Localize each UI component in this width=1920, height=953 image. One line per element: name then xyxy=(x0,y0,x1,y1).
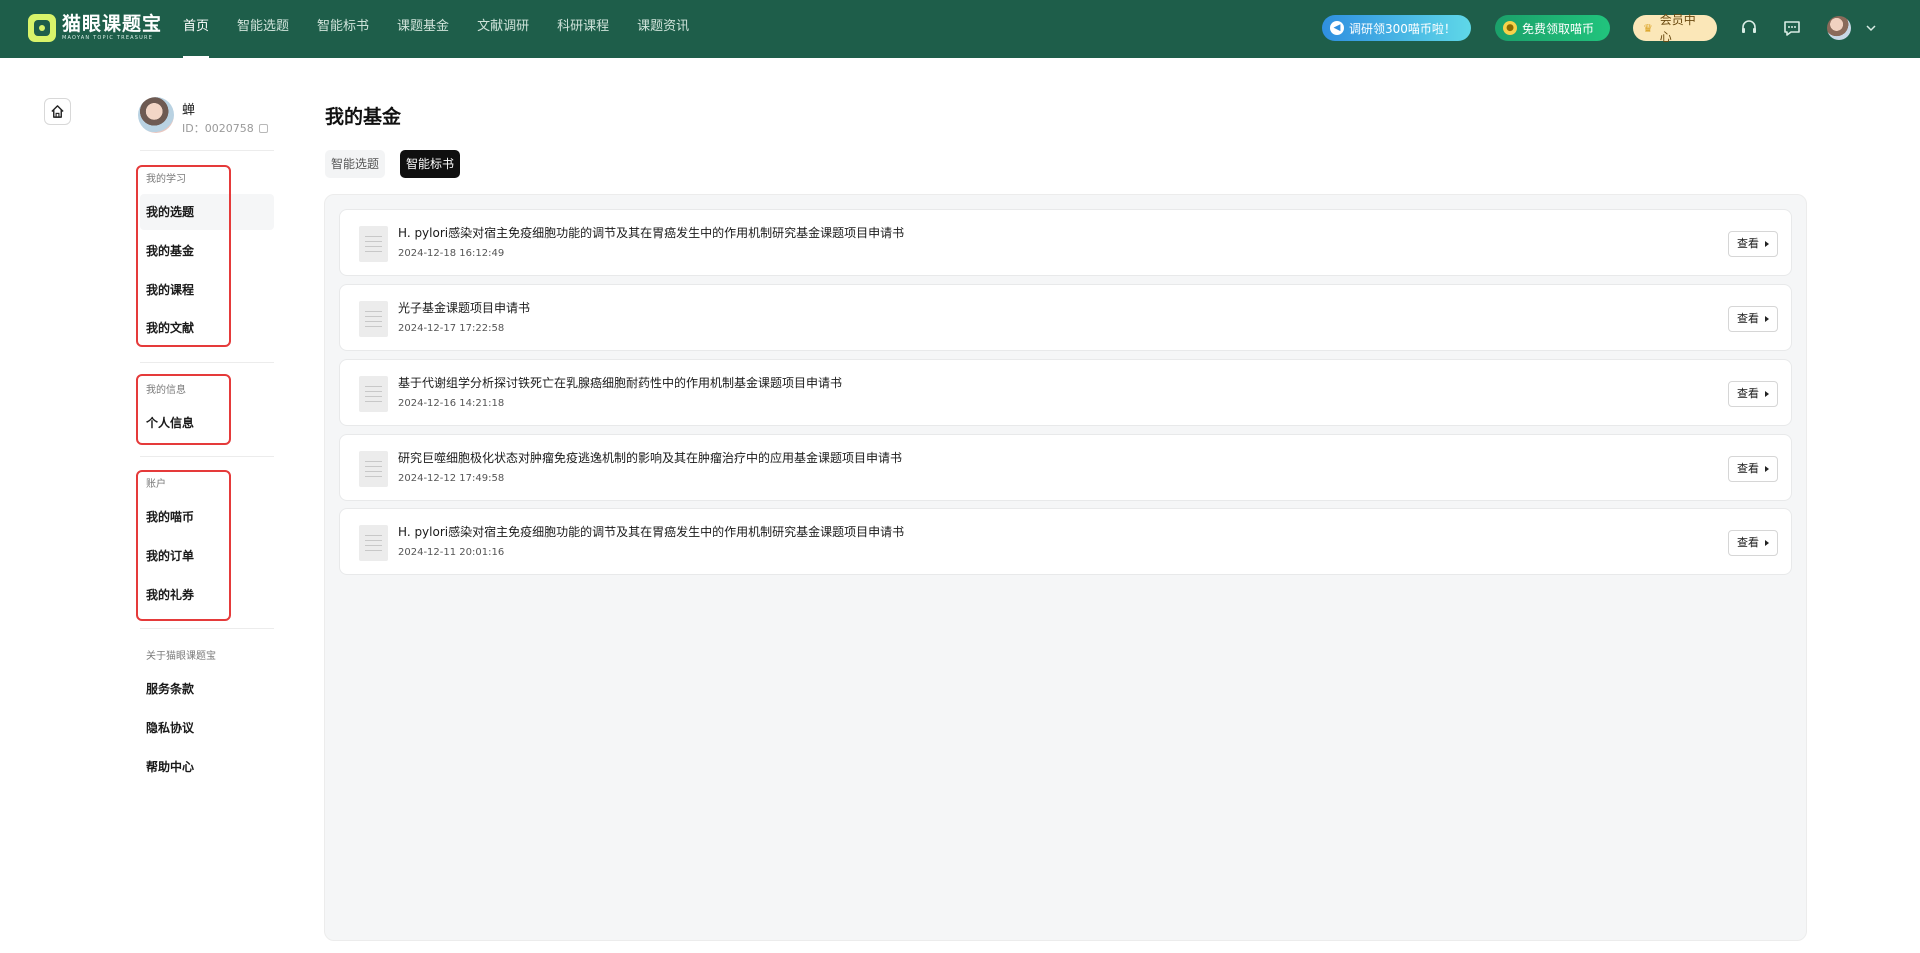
nav-smart-proposal[interactable]: 智能标书 xyxy=(317,0,369,58)
tab-smart-topic[interactable]: 智能选题 xyxy=(325,150,386,178)
tab-bar: 智能选题 智能标书 xyxy=(325,150,475,178)
main-nav: 首页 智能选题 智能标书 课题基金 文献调研 科研课程 课题资讯 xyxy=(183,0,717,58)
divider xyxy=(140,628,274,629)
document-icon xyxy=(359,226,388,262)
view-button[interactable]: 查看 xyxy=(1728,306,1778,332)
member-center-label: 会员中心 xyxy=(1659,13,1696,44)
crown-icon: ♛ xyxy=(1642,21,1653,35)
view-button[interactable]: 查看 xyxy=(1728,231,1778,257)
brand-tagline: MAOYAN TOPIC TREASURE xyxy=(62,35,154,41)
highlight-box xyxy=(136,165,231,347)
sidebar-item-privacy[interactable]: 隐私协议 xyxy=(140,710,274,746)
home-button[interactable] xyxy=(44,98,71,125)
user-avatar[interactable] xyxy=(1827,16,1851,40)
nav-topic-fund[interactable]: 课题基金 xyxy=(397,0,449,58)
nav-home[interactable]: 首页 xyxy=(183,0,210,58)
highlight-box xyxy=(136,470,231,621)
record-date: 2024-12-12 17:49:58 xyxy=(398,473,505,484)
home-icon xyxy=(51,105,64,118)
free-coins-label: 免费领取喵币 xyxy=(1522,21,1595,36)
page-title: 我的基金 xyxy=(325,106,402,128)
profile-id: ID：0020758 xyxy=(182,120,268,136)
customer-service-icon[interactable] xyxy=(1738,17,1760,39)
list-item[interactable]: 光子基金课题项目申请书 2024-12-17 17:22:58 查看 xyxy=(339,284,1792,351)
list-item[interactable]: 研究巨噬细胞极化状态对肿瘤免疫逃逸机制的影响及其在肿瘤治疗中的应用基金课题项目申… xyxy=(339,434,1792,501)
group-label-about: 关于猫眼课题宝 xyxy=(146,651,216,662)
caret-right-icon xyxy=(1765,466,1769,472)
sidebar-item-help[interactable]: 帮助中心 xyxy=(140,749,274,785)
survey-promo-label: 调研领300喵币啦！ xyxy=(1349,21,1456,36)
brand-logo[interactable]: 猫眼课题宝 MAOYAN TOPIC TREASURE xyxy=(28,13,162,43)
caret-right-icon xyxy=(1765,540,1769,546)
member-center-button[interactable]: ♛ 会员中心 xyxy=(1633,13,1717,44)
list-item[interactable]: H. pylori感染对宿主免疫细胞功能的调节及其在胃癌发生中的作用机制研究基金… xyxy=(339,209,1792,276)
caret-right-icon xyxy=(1765,391,1769,397)
nav-smart-topic[interactable]: 智能选题 xyxy=(237,0,289,58)
record-date: 2024-12-11 20:01:16 xyxy=(398,547,505,558)
record-title: H. pylori感染对宿主免疫细胞功能的调节及其在胃癌发生中的作用机制研究基金… xyxy=(398,525,905,539)
nav-topic-news[interactable]: 课题资讯 xyxy=(637,0,689,58)
highlight-box xyxy=(136,374,231,445)
brand-name: 猫眼课题宝 xyxy=(62,13,163,35)
nav-literature-research[interactable]: 文献调研 xyxy=(477,0,529,58)
nav-research-course[interactable]: 科研课程 xyxy=(557,0,609,58)
message-icon[interactable] xyxy=(1781,17,1803,39)
cat-logo-icon xyxy=(28,14,56,42)
free-coins-button[interactable]: ● 免费领取喵币 xyxy=(1495,15,1610,41)
record-date: 2024-12-17 17:22:58 xyxy=(398,323,505,334)
survey-promo-button[interactable]: ◀ 调研领300喵币啦！ xyxy=(1322,15,1471,41)
view-button[interactable]: 查看 xyxy=(1728,456,1778,482)
document-icon xyxy=(359,301,388,337)
caret-right-icon xyxy=(1765,316,1769,322)
view-button[interactable]: 查看 xyxy=(1728,530,1778,556)
record-date: 2024-12-16 14:21:18 xyxy=(398,398,505,409)
record-title: 研究巨噬细胞极化状态对肿瘤免疫逃逸机制的影响及其在肿瘤治疗中的应用基金课题项目申… xyxy=(398,451,903,465)
view-button[interactable]: 查看 xyxy=(1728,381,1778,407)
document-icon xyxy=(359,525,388,561)
copy-icon[interactable] xyxy=(258,124,268,133)
top-navbar: 猫眼课题宝 MAOYAN TOPIC TREASURE 首页 智能选题 智能标书… xyxy=(0,0,1920,58)
tab-smart-proposal[interactable]: 智能标书 xyxy=(400,150,461,178)
divider xyxy=(140,362,274,363)
divider xyxy=(140,150,274,151)
document-icon xyxy=(359,451,388,487)
document-icon xyxy=(359,376,388,412)
record-title: 基于代谢组学分析探讨铁死亡在乳腺癌细胞耐药性中的作用机制基金课题项目申请书 xyxy=(398,376,843,390)
sidebar-item-terms[interactable]: 服务条款 xyxy=(140,671,274,707)
divider xyxy=(140,456,274,457)
caret-right-icon xyxy=(1765,241,1769,247)
record-title: 光子基金课题项目申请书 xyxy=(398,301,531,315)
profile-name: 蝉 xyxy=(182,103,196,118)
chevron-down-icon[interactable] xyxy=(1864,21,1878,35)
coin-icon: ● xyxy=(1503,21,1517,35)
record-date: 2024-12-18 16:12:49 xyxy=(398,248,505,259)
megaphone-icon: ◀ xyxy=(1330,21,1344,35)
list-item[interactable]: H. pylori感染对宿主免疫细胞功能的调节及其在胃癌发生中的作用机制研究基金… xyxy=(339,508,1792,575)
list-item[interactable]: 基于代谢组学分析探讨铁死亡在乳腺癌细胞耐药性中的作用机制基金课题项目申请书 20… xyxy=(339,359,1792,426)
record-title: H. pylori感染对宿主免疫细胞功能的调节及其在胃癌发生中的作用机制研究基金… xyxy=(398,226,905,240)
avatar[interactable] xyxy=(138,97,174,133)
